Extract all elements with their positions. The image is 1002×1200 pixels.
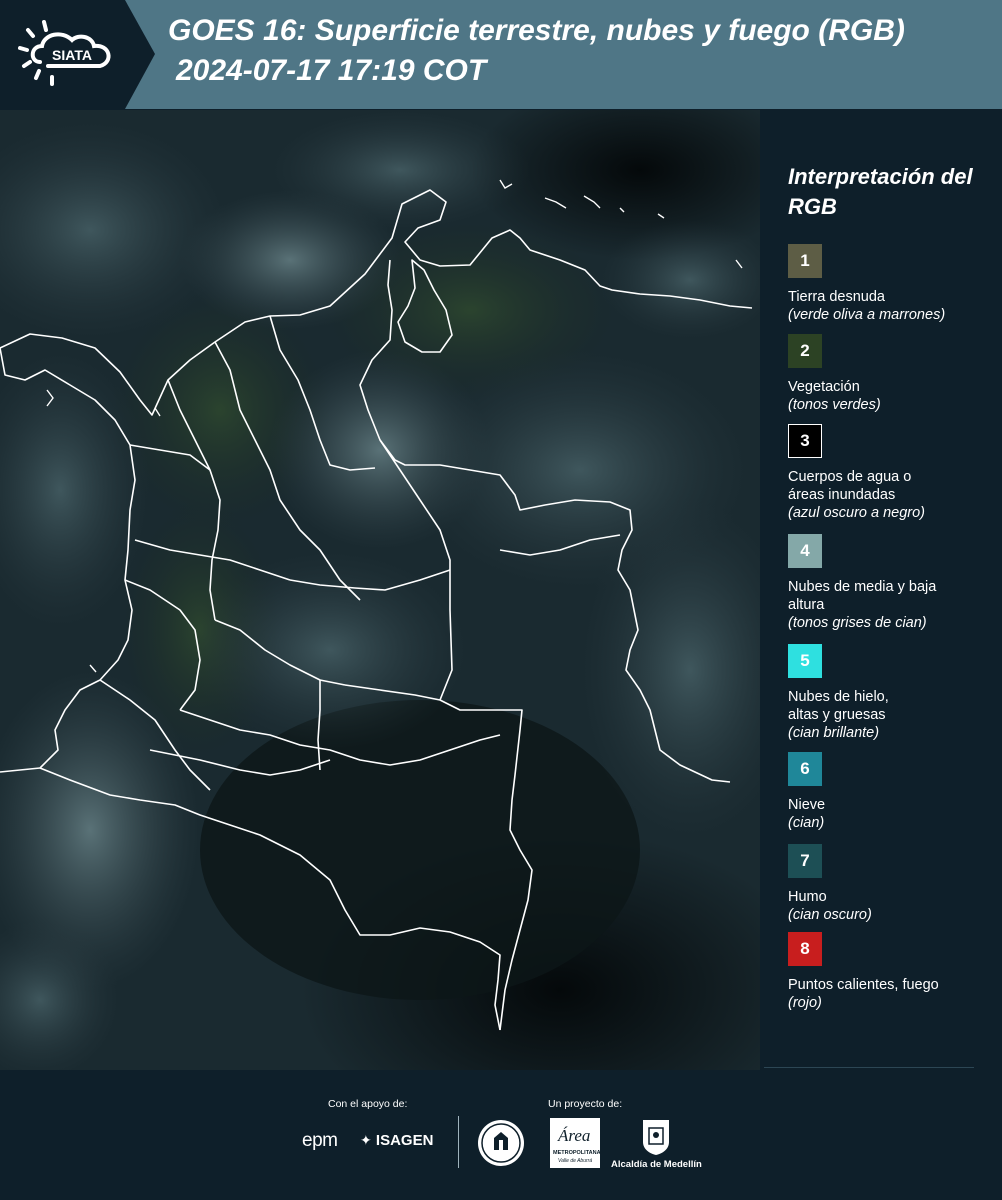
legend-swatch: 8 xyxy=(788,932,822,966)
area-metropolitana-logo[interactable]: Área METROPOLITANA Valle de Aburrá xyxy=(550,1118,601,1168)
legend-swatch: 4 xyxy=(788,534,822,568)
alcaldia-label: Alcaldía de Medellín xyxy=(611,1159,702,1170)
support-label: Con el apoyo de: xyxy=(328,1098,408,1110)
page-timestamp: 2024-07-17 17:19 COT xyxy=(176,54,487,87)
legend-item-smoke: 7 Humo (cian oscuro) xyxy=(788,844,1000,924)
area-logo-tagline: Valle de Aburrá xyxy=(558,1158,593,1164)
legend-swatch: 2 xyxy=(788,334,822,368)
legend-item-desc: (cian brillante) xyxy=(788,725,880,741)
siata-logo-text: SIATA xyxy=(52,47,92,63)
legend-item-label: Vegetación xyxy=(788,379,860,395)
legend-item-label: Nubes de media y baja altura xyxy=(788,579,937,613)
legend-item-snow: 6 Nieve (cian) xyxy=(788,752,1000,832)
header-bar: SIATA GOES 16: Superficie terrestre, nub… xyxy=(0,0,1002,109)
epm-logo[interactable]: epm xyxy=(302,1130,338,1152)
legend-item-desc: (cian) xyxy=(788,815,825,831)
medellin-shield-icon[interactable] xyxy=(641,1118,671,1156)
legend-item-bare-soil: 1 Tierra desnuda (verde oliva a marrones… xyxy=(788,244,1000,324)
legend-item-desc: (rojo) xyxy=(788,995,822,1011)
isagen-logo[interactable]: ✦ ISAGEN xyxy=(360,1132,433,1149)
legend-item-label: Cuerpos de agua o áreas inundadas xyxy=(788,469,912,503)
legend-item-vegetation: 2 Vegetación (tonos verdes) xyxy=(788,334,1000,414)
isagen-logo-text: ISAGEN xyxy=(375,1132,434,1149)
footer-divider xyxy=(458,1116,459,1168)
legend-item-ice-clouds: 5 Nubes de hielo, altas y gruesas (cian … xyxy=(788,644,1000,742)
legend-item-mid-low-clouds: 4 Nubes de media y baja altura (tonos gr… xyxy=(788,534,1000,632)
legend-item-label: Nieve xyxy=(788,797,826,813)
legend-item-label: Puntos calientes, fuego xyxy=(788,977,939,993)
siata-logo[interactable]: SIATA xyxy=(0,0,155,109)
legend-item-desc: (cian oscuro) xyxy=(788,907,872,923)
legend-panel: Interpretación del RGB 1 Tierra desnuda … xyxy=(764,110,1002,1068)
legend-title: Interpretación del RGB xyxy=(788,164,973,219)
page-title: GOES 16: Superficie terrestre, nubes y f… xyxy=(168,14,905,47)
legend-divider xyxy=(764,1067,974,1068)
satellite-map[interactable] xyxy=(0,110,760,1070)
isagen-mark-icon: ✦ xyxy=(360,1132,372,1148)
legend-swatch: 3 xyxy=(788,424,822,458)
legend-item-desc: (tonos verdes) xyxy=(788,397,881,413)
legend-item-label: Nubes de hielo, altas y gruesas xyxy=(788,689,889,723)
legend-item-water: 3 Cuerpos de agua o áreas inundadas (azu… xyxy=(788,424,1000,522)
area-logo-title: Área xyxy=(558,1126,591,1145)
legend-item-desc: (azul oscuro a negro) xyxy=(788,505,926,521)
university-seal-icon[interactable] xyxy=(476,1118,526,1168)
legend-swatch: 5 xyxy=(788,644,822,678)
legend-item-label: Tierra desnuda xyxy=(788,289,885,305)
legend-item-fire: 8 Puntos calientes, fuego (rojo) xyxy=(788,932,1000,1012)
legend-swatch: 6 xyxy=(788,752,822,786)
footer: Con el apoyo de: Un proyecto de: epm ✦ I… xyxy=(0,1070,1002,1200)
area-logo-subtitle: METROPOLITANA xyxy=(553,1150,601,1156)
legend-item-desc: (tonos grises de cian) xyxy=(788,615,927,631)
legend-item-desc: (verde oliva a marrones) xyxy=(788,307,946,323)
legend-swatch: 7 xyxy=(788,844,822,878)
legend-item-label: Humo xyxy=(788,889,827,905)
legend-swatch: 1 xyxy=(788,244,822,278)
project-label: Un proyecto de: xyxy=(548,1098,623,1110)
